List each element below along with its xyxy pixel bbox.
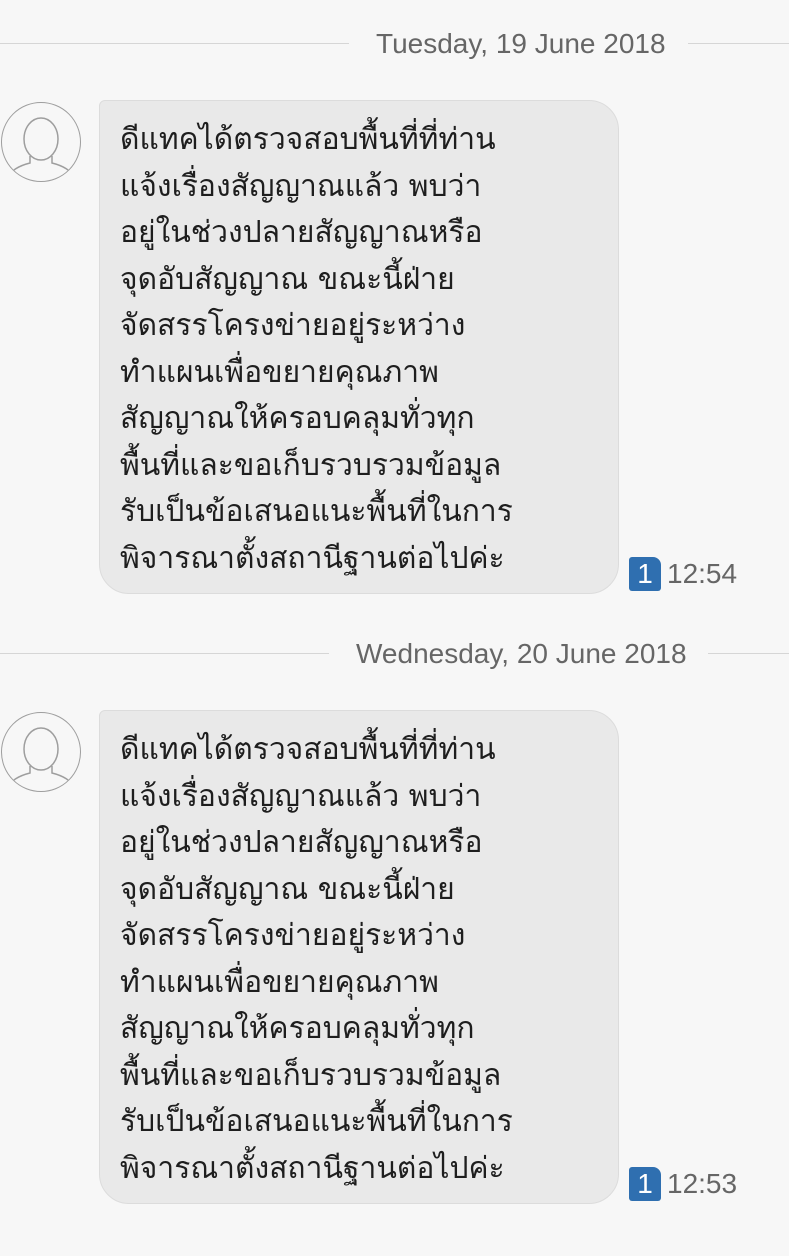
message-line: จุดอับสัญญาณ ขณะนี้ฝ่าย xyxy=(120,261,455,297)
message-line: สัญญาณให้ครอบคลุมทั่วทุก xyxy=(120,1011,475,1046)
contact-avatar-icon[interactable] xyxy=(1,102,81,182)
contact-avatar-icon[interactable] xyxy=(1,712,81,792)
message-line: อยู่ในช่วงปลายสัญญาณหรือ xyxy=(120,215,483,250)
date-divider: Tuesday, 19 June 2018 xyxy=(0,29,789,59)
sim-1-icon: 1 xyxy=(629,557,661,591)
person-silhouette-icon xyxy=(7,117,75,178)
message-timestamp: 12:53 xyxy=(667,1168,738,1199)
date-label: Tuesday, 19 June 2018 xyxy=(376,28,666,59)
divider-line xyxy=(688,43,789,44)
message-line: ทำแผนเพื่อขยายคุณภาพ xyxy=(120,354,439,390)
message-line: แจ้งเรื่องสัญญาณแล้ว พบว่า xyxy=(120,168,482,204)
message-line: แจ้งเรื่องสัญญาณแล้ว พบว่า xyxy=(120,778,482,814)
message-line: ดีแทคได้ตรวจสอบพื้นที่ที่ท่าน xyxy=(120,732,496,767)
divider-line xyxy=(708,653,789,654)
message-line: พิจารณาตั้งสถานีฐานต่อไปค่ะ xyxy=(120,1150,505,1186)
divider-line xyxy=(0,43,349,44)
sim-1-icon: 1 xyxy=(629,1167,661,1201)
divider-line xyxy=(0,653,329,654)
message-line: พิจารณาตั้งสถานีฐานต่อไปค่ะ xyxy=(120,540,505,576)
message-bubble[interactable]: ดีแทคได้ตรวจสอบพื้นที่ที่ท่าน แจ้งเรื่อง… xyxy=(99,100,619,594)
message-line: จัดสรรโครงข่ายอยู่ระหว่าง xyxy=(120,308,466,343)
message-line: ดีแทคได้ตรวจสอบพื้นที่ที่ท่าน xyxy=(120,122,496,157)
date-divider: Wednesday, 20 June 2018 xyxy=(0,639,789,669)
message-line: จุดอับสัญญาณ ขณะนี้ฝ่าย xyxy=(120,871,455,907)
message-timestamp: 12:54 xyxy=(667,558,738,589)
message-text: ดีแทคได้ตรวจสอบพื้นที่ที่ท่าน แจ้งเรื่อง… xyxy=(120,727,615,1192)
message-line: พื้นที่และขอเก็บรวบรวมข้อมูล xyxy=(120,447,502,483)
message-line: รับเป็นข้อเสนอแนะพื้นที่ในการ xyxy=(120,494,513,529)
message-line: จัดสรรโครงข่ายอยู่ระหว่าง xyxy=(120,918,466,953)
date-label: Wednesday, 20 June 2018 xyxy=(356,638,687,669)
message-text: ดีแทคได้ตรวจสอบพื้นที่ที่ท่าน แจ้งเรื่อง… xyxy=(120,117,615,582)
person-silhouette-icon xyxy=(7,727,75,788)
message-line: รับเป็นข้อเสนอแนะพื้นที่ในการ xyxy=(120,1104,513,1139)
message-line: ทำแผนเพื่อขยายคุณภาพ xyxy=(120,964,439,1000)
message-bubble[interactable]: ดีแทคได้ตรวจสอบพื้นที่ที่ท่าน แจ้งเรื่อง… xyxy=(99,710,619,1204)
message-line: พื้นที่และขอเก็บรวบรวมข้อมูล xyxy=(120,1057,502,1093)
message-line: สัญญาณให้ครอบคลุมทั่วทุก xyxy=(120,401,475,436)
message-line: อยู่ในช่วงปลายสัญญาณหรือ xyxy=(120,825,483,860)
